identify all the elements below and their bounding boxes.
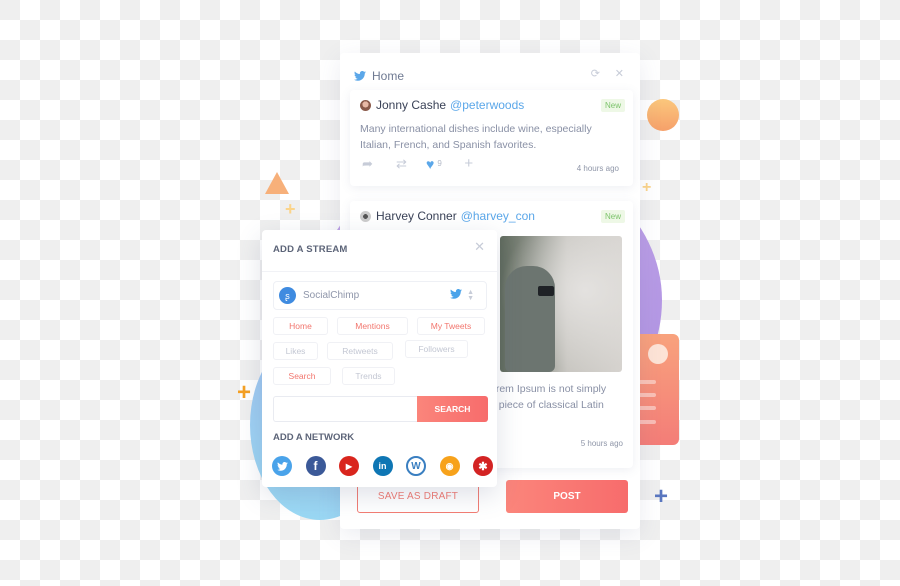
avatar[interactable] — [360, 210, 371, 222]
author-handle[interactable]: @peterwoods — [450, 98, 524, 112]
dialog-title: ADD A STREAM — [273, 244, 348, 255]
twitter-icon — [450, 289, 462, 299]
tweet-body-line: orem Ipsum is not simply — [490, 383, 607, 395]
feed-title: Home — [372, 69, 405, 83]
author-name[interactable]: Jonny Cashe — [376, 98, 446, 112]
decorative-plus-icon: + — [285, 199, 296, 219]
chevron-updown-icon: ▲ ▼ — [467, 289, 474, 302]
tweet-card: Jonny Cashe @peterwoods New Many interna… — [350, 90, 633, 186]
author-handle[interactable]: @harvey_con — [461, 209, 535, 223]
new-badge: New — [600, 99, 625, 112]
add-network-title: ADD A NETWORK — [273, 432, 355, 443]
socialchimp-logo-icon: ʂ — [279, 287, 296, 304]
search-button[interactable]: SEARCH — [417, 396, 488, 422]
author-name[interactable]: Harvey Conner — [376, 209, 457, 223]
stream-chip-retweets[interactable]: Retweets — [327, 342, 393, 360]
tweet-time: 4 hours ago — [576, 164, 619, 173]
tweet-author: Harvey Conner @harvey_con — [360, 209, 535, 223]
divider — [262, 271, 497, 272]
stream-chip-likes[interactable]: Likes — [273, 342, 318, 360]
tweet-time: 5 hours ago — [580, 439, 623, 448]
photo-person — [505, 266, 555, 372]
refresh-icon[interactable]: ⟳ — [591, 67, 600, 80]
retweet-icon[interactable]: ⇄ — [396, 156, 426, 172]
tweet-body-line: a piece of classical Latin — [490, 399, 604, 411]
tweet-author: Jonny Cashe @peterwoods — [360, 98, 524, 112]
decorative-plus-icon: + — [642, 179, 652, 196]
yelp-network-icon[interactable]: ✱ — [473, 456, 493, 476]
decorative-plus-icon: + — [237, 379, 252, 406]
feed-header: Home ⟳ ✕ — [354, 67, 626, 85]
stream-chip-search[interactable]: Search — [273, 367, 331, 385]
twitter-network-icon[interactable] — [272, 456, 292, 476]
share-icon[interactable]: ➦ — [362, 156, 396, 172]
rss-network-icon[interactable]: ◉ — [439, 456, 460, 476]
decorative-orange-circle — [647, 99, 679, 131]
stream-chip-trends[interactable]: Trends — [342, 367, 395, 385]
stream-chip-followers[interactable]: Followers — [405, 340, 468, 358]
tweet-photo[interactable] — [500, 236, 622, 372]
decorative-triangle — [265, 172, 289, 194]
add-stream-dialog: ADD A STREAM ✕ ʂ SocialChimp ▲ ▼ Home Men… — [262, 230, 497, 487]
like-count: 9 — [437, 159, 442, 168]
youtube-network-icon[interactable]: ▶ — [339, 456, 359, 476]
stream-chip-mentions[interactable]: Mentions — [337, 317, 408, 335]
twitter-icon — [354, 71, 366, 81]
photo-camera — [538, 286, 554, 296]
post-button[interactable]: POST — [506, 480, 628, 513]
network-list: f ▶ in W ◉ ✱ — [272, 456, 493, 476]
account-select[interactable]: ʂ SocialChimp ▲ ▼ — [273, 281, 487, 310]
facebook-network-icon[interactable]: f — [305, 456, 326, 476]
wordpress-network-icon[interactable]: W — [406, 456, 426, 476]
tweet-body: Many international dishes include wine, … — [360, 123, 592, 151]
stream-chip-my-tweets[interactable]: My Tweets — [417, 317, 485, 335]
avatar[interactable] — [360, 99, 371, 111]
tweet-actions: ➦ ⇄ ♥ 9 + — [362, 155, 473, 172]
tweet-body: orem Ipsum is not simply a piece of clas… — [490, 381, 621, 413]
account-name: SocialChimp — [303, 290, 360, 301]
decorative-dot — [648, 344, 668, 364]
stream-chip-home[interactable]: Home — [273, 317, 328, 335]
like-icon[interactable]: ♥ — [426, 156, 434, 172]
decorative-plus-icon: + — [654, 483, 669, 510]
close-icon[interactable]: ✕ — [474, 239, 485, 255]
linkedin-network-icon[interactable]: in — [372, 456, 393, 476]
search-input[interactable] — [273, 396, 419, 422]
new-badge: New — [600, 210, 625, 223]
close-icon[interactable]: ✕ — [615, 67, 624, 80]
add-icon[interactable]: + — [464, 155, 473, 172]
